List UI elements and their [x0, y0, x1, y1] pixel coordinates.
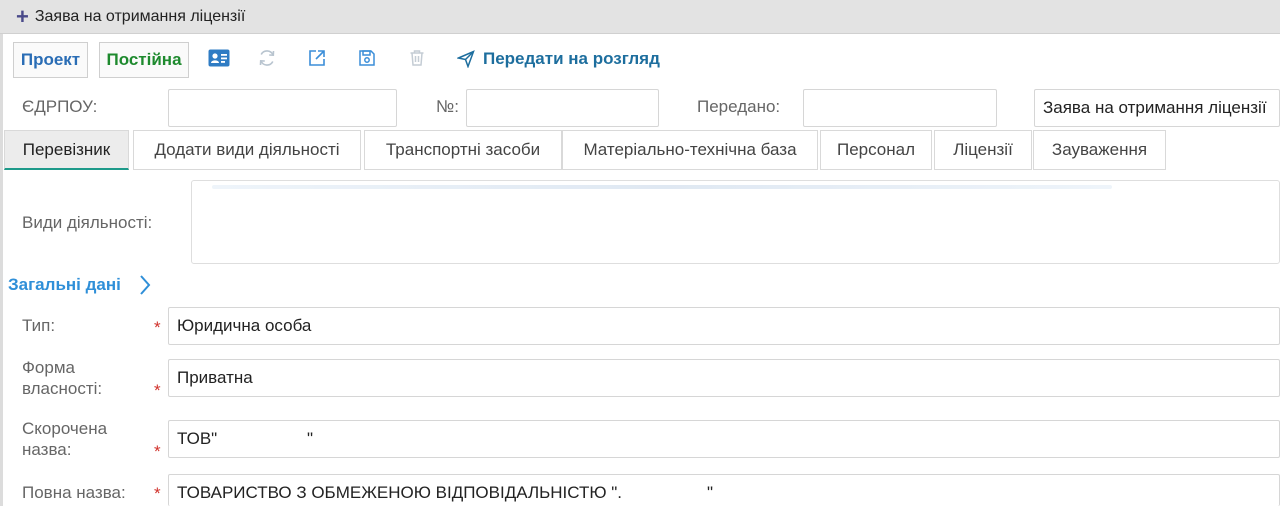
short-name-label-line1: Скорочена — [22, 419, 108, 438]
ownership-required-mark: * — [154, 381, 161, 400]
tab-remarks[interactable]: Зауваження — [1033, 130, 1166, 170]
type-required-mark: * — [154, 318, 161, 337]
window-title-bar: + Заява на отримання ліцензії — [0, 0, 1280, 34]
window-title: Заява на отримання ліцензії — [34, 7, 246, 25]
short-name-field[interactable]: ТОВ" " — [168, 420, 1280, 458]
tab-bar: Перевізник Додати види діяльності Трансп… — [4, 130, 1280, 170]
tab-personnel[interactable]: Персонал — [820, 130, 932, 170]
full-name-field[interactable]: ТОВАРИСТВО З ОБМЕЖЕНОЮ ВІДПОВІДАЛЬНІСТЮ … — [168, 474, 1280, 506]
general-data-section-toggle[interactable]: Загальні дані — [8, 272, 151, 298]
id-card-icon[interactable] — [207, 46, 231, 70]
submitted-input[interactable] — [803, 89, 997, 127]
short-name-label-line2: назва: — [22, 440, 72, 459]
document-type-field: Заява на отримання ліцензії — [1034, 89, 1280, 127]
activities-box[interactable] — [191, 180, 1280, 264]
number-label: №: — [436, 97, 459, 116]
short-name-required-mark: * — [154, 442, 161, 461]
toolbar: Проект Постійна Передати на розгляд — [0, 34, 1280, 86]
send-for-review-label: Передати на розгляд — [483, 49, 660, 68]
edrpou-input[interactable] — [168, 89, 397, 127]
status-permanent-button[interactable]: Постійна — [99, 42, 189, 78]
chevron-right-icon — [140, 275, 151, 295]
save-icon[interactable] — [355, 46, 379, 70]
tab-vehicles[interactable]: Транспортні засоби — [364, 130, 562, 170]
ownership-label-line2: власності: — [22, 379, 103, 398]
full-name-required-mark: * — [154, 484, 161, 503]
tab-add-activities[interactable]: Додати види діяльності — [133, 130, 361, 170]
type-field[interactable]: Юридична особа — [168, 307, 1280, 345]
full-name-label: Повна назва: — [22, 483, 126, 502]
edrpou-label: ЄДРПОУ: — [22, 97, 98, 116]
ownership-field[interactable]: Приватна — [168, 359, 1280, 397]
external-link-icon[interactable] — [305, 46, 329, 70]
activities-redacted-content — [212, 185, 1112, 189]
tab-material-base[interactable]: Матеріально-технічна база — [562, 130, 818, 170]
tab-carrier[interactable]: Перевізник — [4, 130, 129, 170]
trash-icon[interactable] — [405, 46, 429, 70]
paper-plane-icon — [457, 50, 475, 68]
submitted-label: Передано: — [697, 97, 781, 116]
send-for-review-button[interactable]: Передати на розгляд — [457, 47, 660, 71]
plus-icon[interactable]: + — [16, 5, 29, 28]
refresh-icon[interactable] — [255, 46, 279, 70]
number-input[interactable] — [466, 89, 659, 127]
activities-label: Види діяльності: — [22, 213, 153, 232]
tab-licenses[interactable]: Ліцензії — [934, 130, 1032, 170]
general-data-title: Загальні дані — [8, 275, 121, 294]
left-edge-border — [0, 34, 3, 506]
type-label: Тип: — [22, 316, 56, 335]
ownership-label-line1: Форма — [22, 358, 75, 377]
status-project-button[interactable]: Проект — [13, 42, 88, 78]
